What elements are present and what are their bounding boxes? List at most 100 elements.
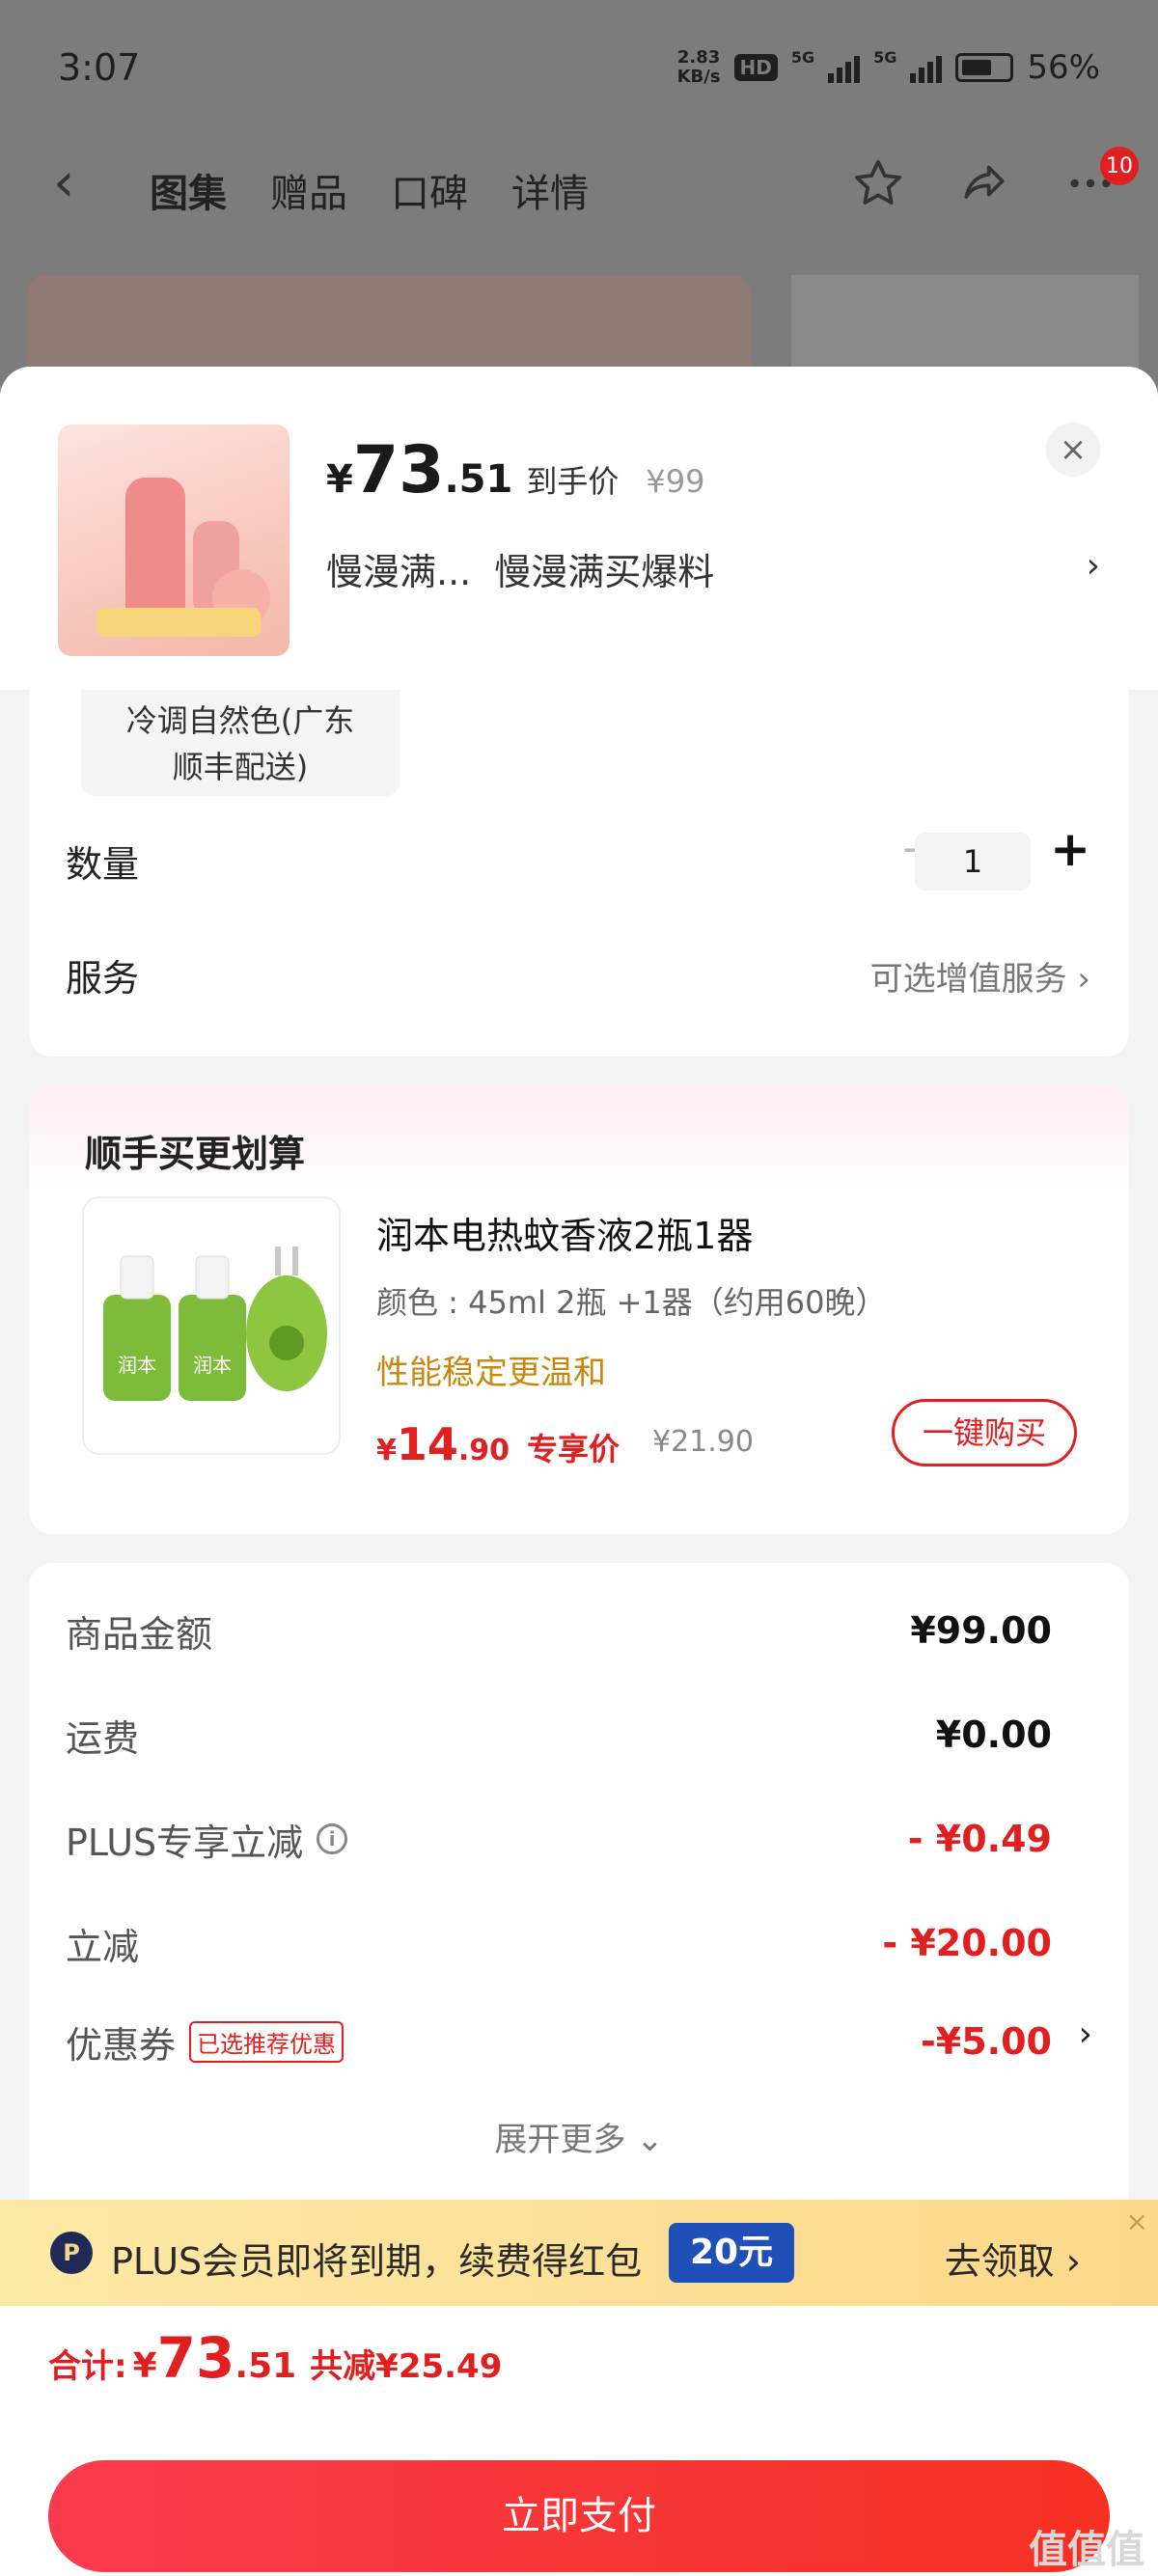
coupon-text: 优惠券	[66, 2023, 177, 2067]
status-icons: 2.83 KB/s HD 5G 5G 56%	[677, 48, 1100, 88]
pay-now-button[interactable]: 立即支付	[48, 2460, 1110, 2572]
close-button[interactable]: ×	[1046, 423, 1100, 477]
product-thumbnail[interactable]	[58, 425, 290, 656]
sheet-header: ¥ 73 .51 到手价 ¥99 慢漫满... 慢漫满买爆料 › ×	[0, 367, 1158, 690]
summary-row-shipping: 运费 ¥0.00	[66, 1706, 1052, 1764]
total-saved: 共减¥25.49	[310, 2347, 503, 2386]
title-variant: 慢漫满买爆料	[494, 551, 715, 593]
expand-more-button[interactable]: 展开更多 ⌄	[29, 2113, 1129, 2160]
plus-banner-text: PLUS会员即将到期，续费得红包	[111, 2240, 643, 2283]
plus-banner-close-icon[interactable]: ×	[1126, 2206, 1148, 2237]
shipping-label: 运费	[66, 1716, 140, 1760]
tab-gifts[interactable]: 赠品	[270, 162, 347, 218]
nav-icons: 10	[849, 147, 1139, 212]
selected-title[interactable]: 慢漫满... 慢漫满买爆料	[326, 542, 714, 595]
share-icon[interactable]	[955, 154, 1013, 212]
order-total: 合计: ¥ 73 .51 共减¥25.49	[48, 2325, 502, 2391]
combo-product-image[interactable]: 润本 润本	[82, 1196, 341, 1455]
combo-price-currency: ¥	[376, 1434, 397, 1467]
info-icon[interactable]: i	[317, 1823, 348, 1854]
chevron-right-icon[interactable]: ›	[1087, 546, 1100, 586]
tab-gallery[interactable]: 图集	[150, 162, 227, 218]
quantity-label: 数量	[66, 843, 140, 886]
combo-product-name[interactable]: 润本电热蚊香液2瓶1器	[376, 1206, 753, 1259]
sim1-label: 5G	[790, 48, 815, 67]
service-label: 服务	[66, 957, 140, 1000]
product-nav-bar: ‹ 图集 赠品 口碑 详情 10	[0, 145, 1158, 232]
coupon-chevron-icon[interactable]: ›	[1079, 2014, 1092, 2054]
display-stand	[96, 608, 261, 637]
order-bottom-sheet: ¥ 73 .51 到手价 ¥99 慢漫满... 慢漫满买爆料 › × 冷调自然色…	[0, 367, 1158, 2576]
combo-price: ¥ 14 .90 专享价	[376, 1418, 620, 1470]
summary-row-subtotal: 商品金额 ¥99.00	[66, 1602, 1052, 1659]
tab-reviews[interactable]: 口碑	[391, 162, 468, 218]
combo-price-decimal: .90	[457, 1434, 510, 1467]
brand-label-2: 润本	[193, 1354, 232, 1377]
shipping-value: ¥0.00	[935, 1713, 1052, 1756]
one-click-buy-button[interactable]: 一键购买	[892, 1399, 1077, 1466]
plus-logo-icon: P	[50, 2232, 93, 2274]
signal-icon	[828, 52, 861, 83]
nav-tabs: 图集 赠品 口碑 详情	[150, 162, 589, 218]
coupon-value: -¥5.00	[921, 2020, 1052, 2063]
combo-price-note: 专享价	[527, 1431, 620, 1467]
checkout-footer: 合计: ¥ 73 .51 共减¥25.49 立即支付 值值值	[0, 2306, 1158, 2576]
spec-line-1: 冷调自然色(广东	[125, 702, 355, 739]
price-integer: 73	[352, 432, 445, 508]
summary-row-instant-discount: 立减 - ¥20.00	[66, 1914, 1052, 1972]
title-short: 慢漫满...	[326, 551, 472, 593]
signal-icon-2	[910, 52, 943, 83]
combo-original-price: ¥21.90	[652, 1425, 754, 1459]
total-label: 合计:	[48, 2347, 127, 2386]
service-selector[interactable]: 可选增值服务 ›	[870, 952, 1090, 1000]
plus-discount-label: PLUS专享立减 i	[66, 1813, 348, 1866]
mosquito-liquid-image: 润本 润本	[103, 1247, 327, 1401]
coupon-label: 优惠券 已选推荐优惠	[66, 2015, 345, 2069]
summary-row-plus-discount: PLUS专享立减 i - ¥0.49	[66, 1810, 1052, 1868]
cart-badge: 10	[1100, 147, 1139, 185]
plus-renewal-banner[interactable]: P PLUS会员即将到期，续费得红包 20元 去领取 › ×	[0, 2200, 1158, 2306]
sim2-label: 5G	[873, 48, 897, 67]
brand-label-1: 润本	[118, 1354, 156, 1377]
battery-icon	[955, 53, 1014, 82]
combo-product-spec: 颜色 : 45ml 2瓶 +1器（约用60晚）	[376, 1284, 887, 1321]
bottle-shape	[125, 478, 185, 622]
tab-details[interactable]: 详情	[511, 162, 589, 218]
status-time: 3:07	[58, 46, 141, 89]
selected-spec-chip[interactable]: 冷调自然色(广东 顺丰配送)	[81, 690, 400, 796]
total-currency: ¥	[132, 2346, 157, 2386]
net-speed: 2.83 KB/s	[677, 48, 721, 87]
combo-title: 顺手买更划算	[85, 1133, 306, 1175]
plus-red-packet-amount: 20元	[669, 2223, 795, 2283]
summary-row-coupon[interactable]: 优惠券 已选推荐优惠 -¥5.00	[66, 2013, 1052, 2070]
hd-badge: HD	[733, 54, 778, 81]
instant-discount-value: - ¥20.00	[882, 1922, 1052, 1964]
combo-product-tag: 性能稳定更温和	[376, 1354, 606, 1392]
quantity-input[interactable]: 1	[915, 833, 1031, 891]
plus-discount-value: - ¥0.49	[907, 1818, 1052, 1860]
price-note: 到手价	[526, 463, 620, 500]
battery-level: 56%	[1027, 48, 1100, 87]
watermark-logo: 值值值	[1029, 2528, 1144, 2572]
total-integer: 73	[156, 2325, 235, 2391]
back-icon[interactable]: ‹	[53, 156, 74, 210]
instant-discount-label: 立减	[66, 1925, 140, 1968]
original-price: ¥99	[646, 463, 705, 500]
spec-card: 冷调自然色(广东 顺丰配送) 数量 − 1 + 服务 可选增值服务 ›	[29, 690, 1129, 1056]
final-price: ¥ 73 .51 到手价 ¥99	[326, 432, 704, 508]
status-bar: 3:07 2.83 KB/s HD 5G 5G 56%	[0, 0, 1158, 135]
spec-line-2: 顺丰配送)	[172, 749, 309, 785]
total-decimal: .51	[234, 2346, 297, 2386]
plus-discount-text: PLUS专享立减	[66, 1821, 304, 1864]
price-currency: ¥	[326, 457, 353, 502]
star-icon[interactable]	[849, 154, 907, 212]
net-speed-value: 2.83	[676, 47, 721, 68]
plus-claim-button[interactable]: 去领取 ›	[945, 2232, 1081, 2285]
coupon-recommend-tag: 已选推荐优惠	[189, 2020, 345, 2063]
more-icon[interactable]: 10	[1062, 147, 1139, 212]
quantity-increase-button[interactable]: +	[1050, 821, 1090, 877]
combo-recommend-card: 顺手买更划算 润本 润本 润本电热蚊香液2瓶1器 颜色 : 45ml 2瓶 +1…	[29, 1085, 1129, 1534]
combo-price-integer: 14	[396, 1418, 458, 1470]
price-decimal: .51	[444, 457, 513, 502]
price-summary-card: 商品金额 ¥99.00 运费 ¥0.00 PLUS专享立减 i - ¥0.49 …	[29, 1563, 1129, 2238]
